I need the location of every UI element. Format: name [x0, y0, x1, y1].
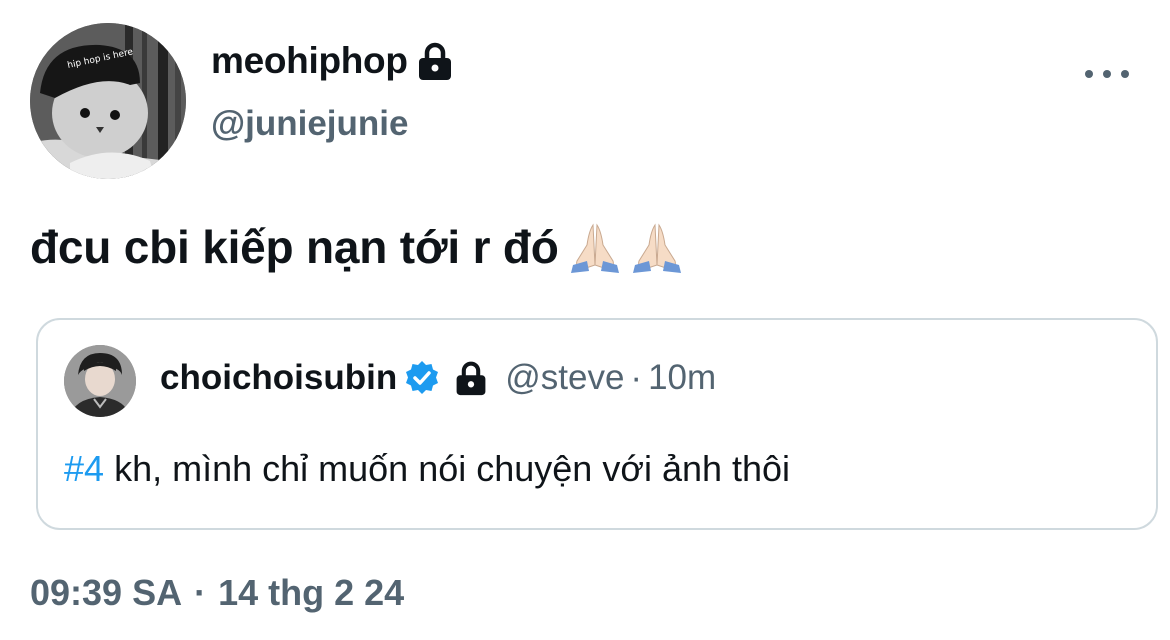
timestamp-date: 14 thg 2 24: [218, 572, 405, 613]
quoted-tweet-text: #4 kh, mình chỉ muốn nói chuyện với ảnh …: [64, 448, 790, 490]
hashtag-link[interactable]: #4: [64, 448, 104, 489]
author-display-name[interactable]: meohiphop: [211, 40, 454, 82]
quoted-author-handle[interactable]: @steve: [505, 358, 624, 398]
folded-hands-emoji: [631, 221, 683, 273]
cat-photo: hip hop is here: [30, 23, 186, 179]
folded-hands-emoji: [569, 221, 621, 273]
timestamp-time: 09:39 SA: [30, 572, 183, 613]
quoted-author-name[interactable]: choichoisubin: [160, 358, 397, 398]
lock-icon: [453, 360, 489, 396]
more-options-icon[interactable]: [1085, 60, 1129, 88]
separator-dot: ·: [630, 358, 643, 397]
quoted-author-avatar[interactable]: [64, 345, 136, 417]
author-name-text: meohiphop: [211, 40, 408, 81]
verified-badge-icon: [403, 359, 441, 397]
lock-icon: [416, 41, 454, 81]
tweet-timestamp[interactable]: 09:39 SA · 14 thg 2 24: [30, 572, 404, 614]
author-avatar[interactable]: hip hop is here: [30, 23, 186, 179]
quoted-tweet-header: choichoisubin @steve · 10m: [160, 358, 716, 398]
tweet-text: đcu cbi kiếp nạn tới r đó: [30, 220, 683, 274]
quoted-tweet-time[interactable]: 10m: [648, 358, 716, 398]
author-handle[interactable]: @juniejunie: [211, 104, 408, 144]
quoted-tweet-body: kh, mình chỉ muốn nói chuyện với ảnh thô…: [114, 448, 791, 489]
tweet-body: đcu cbi kiếp nạn tới r đó: [30, 221, 559, 273]
quoted-tweet-card[interactable]: choichoisubin @steve · 10m #4 kh, mình c…: [36, 318, 1158, 530]
timestamp-separator: ·: [194, 572, 207, 613]
